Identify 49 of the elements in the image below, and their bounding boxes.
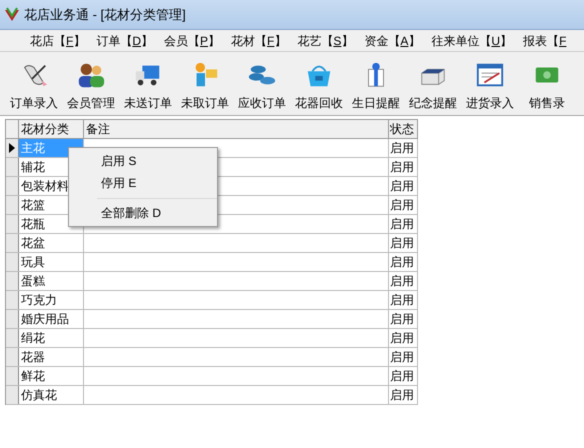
table-cell: 启用	[389, 215, 418, 233]
toolbar-button[interactable]: 订单录入	[8, 60, 60, 112]
menu-item[interactable]: 花店【F】	[30, 32, 86, 50]
table-cell: 启用	[389, 329, 418, 347]
toolbar-button[interactable]: 未取订单	[179, 60, 231, 112]
menu-item[interactable]: 资金【A】	[364, 32, 420, 50]
table-cell: 启用	[389, 310, 418, 328]
column-header[interactable]: 状态	[389, 120, 418, 138]
toolbar-button[interactable]: 进货录入	[464, 60, 516, 112]
menu-item[interactable]: 会员【P】	[164, 32, 220, 50]
app-logo-icon	[4, 6, 20, 22]
table-cell: 启用	[389, 291, 418, 309]
menu-item[interactable]: 花材【F】	[231, 32, 286, 50]
toolbar-button[interactable]: 纪念提醒	[407, 60, 459, 112]
table-cell: 启用	[389, 196, 418, 214]
table-cell: 启用	[389, 367, 418, 385]
table-cell: 巧克力	[19, 291, 84, 309]
table-cell: 启用	[389, 386, 418, 404]
table-cell: 启用	[389, 177, 418, 195]
toolbar-button[interactable]: 未送订单	[122, 60, 174, 112]
table-cell: 仿真花	[19, 386, 84, 404]
menu-item[interactable]: 往来单位【U】	[431, 32, 512, 50]
table-cell: 启用	[389, 234, 418, 252]
toolbar-button[interactable]: 生日提醒	[350, 60, 402, 112]
table-cell: 启用	[389, 139, 418, 157]
table-cell: 启用	[389, 158, 418, 176]
table-cell: 玩具	[19, 253, 84, 271]
window-title: 花店业务通 - [花材分类管理]	[24, 6, 186, 24]
table-cell: 启用	[389, 348, 418, 366]
table-cell: 绢花	[19, 329, 84, 347]
menu-item[interactable]: 花艺【S】	[297, 32, 354, 50]
toolbar-button[interactable]: 会员管理	[65, 60, 117, 112]
table-cell: 鲜花	[19, 367, 84, 385]
toolbar-button[interactable]: 销售录	[521, 60, 573, 112]
toolbar-button[interactable]: 应收订单	[236, 60, 288, 112]
table-cell: 启用	[389, 272, 418, 290]
menu-item[interactable]: 订单【D】	[96, 32, 154, 50]
table-cell: 花盆	[19, 234, 84, 252]
current-row-arrow-icon	[9, 143, 15, 153]
table-cell: 启用	[389, 253, 418, 271]
table-cell: 花器	[19, 348, 84, 366]
row-indicator[interactable]	[6, 139, 19, 157]
table-cell: 蛋糕	[19, 272, 84, 290]
column-header[interactable]: 花材分类	[19, 120, 84, 138]
toolbar-button[interactable]: 花器回收	[293, 60, 345, 112]
context-menu-item[interactable]: 全部删除 D	[97, 202, 217, 224]
menu-item[interactable]: 报表【F	[523, 32, 566, 50]
column-header[interactable]: 备注	[84, 120, 389, 138]
table-cell: 婚庆用品	[19, 310, 84, 328]
